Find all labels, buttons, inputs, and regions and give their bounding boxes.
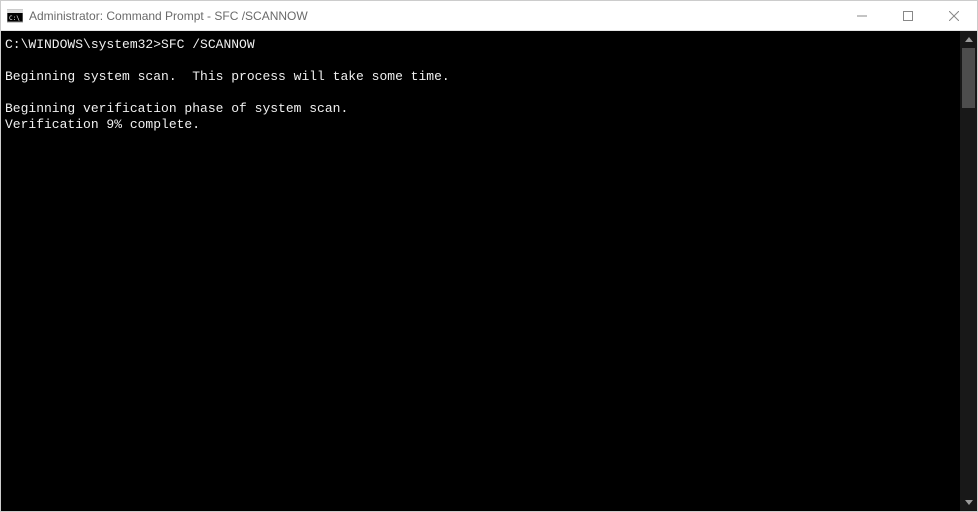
command-prompt-window: C:\ Administrator: Command Prompt - SFC … <box>0 0 978 512</box>
terminal-line: Beginning system scan. This process will… <box>5 69 450 84</box>
titlebar[interactable]: C:\ Administrator: Command Prompt - SFC … <box>1 1 977 31</box>
minimize-button[interactable] <box>839 1 885 31</box>
chevron-up-icon <box>965 37 973 42</box>
vertical-scrollbar[interactable] <box>960 31 977 511</box>
prompt-path: C:\WINDOWS\system32> <box>5 37 161 52</box>
scroll-track[interactable] <box>960 48 977 494</box>
window-title: Administrator: Command Prompt - SFC /SCA… <box>29 9 839 23</box>
terminal-output[interactable]: C:\WINDOWS\system32>SFC /SCANNOW Beginni… <box>1 31 960 511</box>
cmd-icon: C:\ <box>7 8 23 24</box>
prompt-command: SFC /SCANNOW <box>161 37 255 52</box>
maximize-icon <box>903 11 913 21</box>
chevron-down-icon <box>965 500 973 505</box>
close-button[interactable] <box>931 1 977 31</box>
content-area: C:\WINDOWS\system32>SFC /SCANNOW Beginni… <box>1 31 977 511</box>
scroll-down-button[interactable] <box>960 494 977 511</box>
terminal-line: Verification 9% complete. <box>5 117 200 132</box>
scroll-thumb[interactable] <box>962 48 975 108</box>
maximize-button[interactable] <box>885 1 931 31</box>
close-icon <box>949 11 959 21</box>
svg-text:C:\: C:\ <box>9 15 20 22</box>
scroll-up-button[interactable] <box>960 31 977 48</box>
window-controls <box>839 1 977 30</box>
minimize-icon <box>857 11 867 21</box>
terminal-line: Beginning verification phase of system s… <box>5 101 348 116</box>
